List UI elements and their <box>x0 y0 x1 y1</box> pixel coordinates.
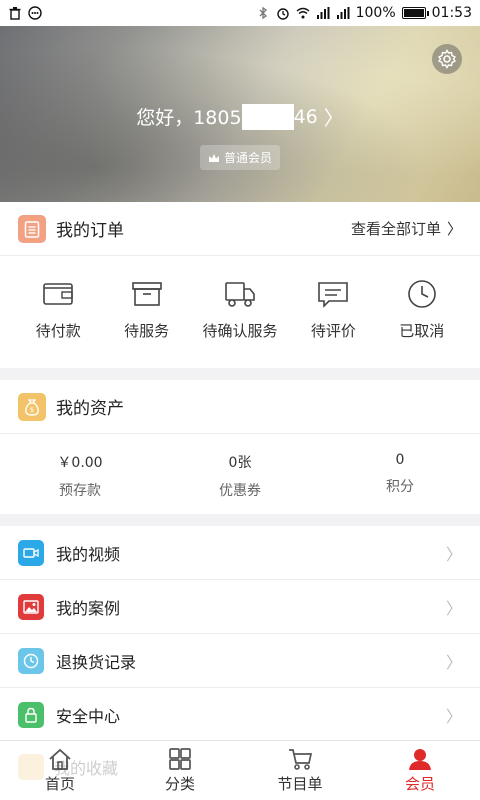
tab-program[interactable]: 节目单 <box>240 741 360 800</box>
lock-icon <box>18 701 44 728</box>
truck-icon <box>225 282 255 307</box>
menu-item-returns[interactable]: 退换货记录 〉 <box>0 634 480 688</box>
menu-label: 我的案例 <box>56 598 121 618</box>
asset-label: 积分 <box>386 479 414 495</box>
chevron-right-icon: 〉 <box>445 652 462 672</box>
image-icon <box>18 593 44 620</box>
order-label: 已取消 <box>399 322 445 340</box>
order-cancelled[interactable]: 已取消 <box>378 278 466 341</box>
wallet-icon <box>43 283 74 305</box>
asset-value: ￥0.00 <box>57 455 103 471</box>
chevron-right-icon: 〉 <box>445 706 462 726</box>
grid-icon <box>169 748 191 770</box>
view-all-label: 查看全部订单 <box>350 220 441 238</box>
tab-member[interactable]: 会员 <box>360 741 480 800</box>
menu-label: 我的收藏 <box>54 759 119 778</box>
wifi-icon <box>296 7 310 19</box>
member-level: 普通会员 <box>223 151 273 165</box>
box-icon <box>131 282 162 306</box>
tab-label: 分类 <box>164 775 195 793</box>
battery-fill <box>403 9 424 17</box>
orders-header: 我的订单 查看全部订单 〉 <box>0 202 480 256</box>
order-label: 待确认服务 <box>202 322 278 340</box>
tab-label: 会员 <box>404 775 435 793</box>
asset-deposit[interactable]: ￥0.00 预存款 <box>10 452 150 500</box>
assets-header: $ 我的资产 <box>0 380 480 434</box>
signal-icon-2 <box>336 7 350 19</box>
gear-icon <box>437 49 457 69</box>
order-pending-review[interactable]: 待评价 <box>289 278 377 341</box>
greeting-prefix: 您好，1805 <box>136 107 242 129</box>
menu-item-favorites[interactable]: 我的收藏 <box>18 754 118 780</box>
cart-icon <box>289 749 313 770</box>
menu-item-security[interactable]: 安全中心 〉 <box>0 688 480 742</box>
alarm-icon <box>276 8 289 20</box>
orders-section: 我的订单 查看全部订单 〉 待付款 待服务 待确认服务 待评价 已取消 <box>0 202 480 368</box>
order-label: 待付款 <box>35 322 81 340</box>
message-icon <box>28 6 42 20</box>
menu-label: 安全中心 <box>56 706 121 726</box>
comment-icon <box>318 282 349 308</box>
battery-percent: 100% <box>355 5 396 21</box>
asset-label: 预存款 <box>59 483 101 499</box>
menu-list: 我的视频 〉 我的案例 〉 退换货记录 〉 安全中心 〉 <box>0 526 480 756</box>
clock-icon <box>407 280 436 308</box>
greeting[interactable]: 您好，1805 46 〉 <box>0 102 480 131</box>
assets-title: 我的资产 <box>56 399 124 419</box>
asset-coupons[interactable]: 0张 优惠券 <box>170 452 310 500</box>
order-list-icon <box>18 214 46 243</box>
orders-title: 我的订单 <box>56 221 124 241</box>
tab-label: 节目单 <box>277 775 323 793</box>
asset-label: 优惠券 <box>219 483 261 499</box>
trash-icon <box>9 7 21 20</box>
order-label: 待评价 <box>310 322 356 340</box>
chevron-right-icon: 〉 <box>446 220 462 238</box>
profile-banner: 您好，1805 46 〉 普通会员 <box>0 26 480 202</box>
clock-icon <box>18 647 44 674</box>
signal-icon <box>316 7 330 19</box>
view-all-orders-link[interactable]: 查看全部订单 〉 <box>351 218 462 239</box>
money-bag-icon: $ <box>18 392 46 421</box>
menu-label: 我的视频 <box>56 544 121 564</box>
assets-section: $ 我的资产 ￥0.00 预存款 0张 优惠券 0 积分 <box>0 380 480 514</box>
menu-item-cases[interactable]: 我的案例 〉 <box>0 580 480 634</box>
order-pending-payment[interactable]: 待付款 <box>14 278 102 341</box>
asset-points[interactable]: 0 积分 <box>330 452 470 500</box>
user-icon <box>409 749 431 770</box>
asset-value: 0 <box>395 452 405 468</box>
status-bar: 100% 01:53 <box>0 0 480 26</box>
bluetooth-icon <box>259 6 267 20</box>
chevron-right-icon: 〉 <box>445 598 462 618</box>
chevron-right-icon: 〉 <box>323 106 344 130</box>
greeting-suffix: 46 <box>293 105 318 128</box>
battery-icon <box>401 7 429 19</box>
svg-text:$: $ <box>30 406 34 414</box>
order-label: 待服务 <box>124 322 170 340</box>
menu-item-videos[interactable]: 我的视频 〉 <box>0 526 480 580</box>
video-icon <box>18 539 44 566</box>
phone-mask <box>241 103 294 130</box>
clock: 01:53 <box>431 5 472 21</box>
tab-category[interactable]: 分类 <box>120 741 240 800</box>
chevron-right-icon: 〉 <box>445 544 462 564</box>
menu-label: 退换货记录 <box>56 652 137 672</box>
crown-icon <box>208 153 219 162</box>
settings-button[interactable] <box>432 44 462 74</box>
star-icon <box>18 754 44 780</box>
member-level-badge: 普通会员 <box>199 145 281 170</box>
asset-value: 0张 <box>228 455 252 471</box>
order-pending-service[interactable]: 待服务 <box>102 278 190 341</box>
order-pending-confirm[interactable]: 待确认服务 <box>191 278 289 341</box>
